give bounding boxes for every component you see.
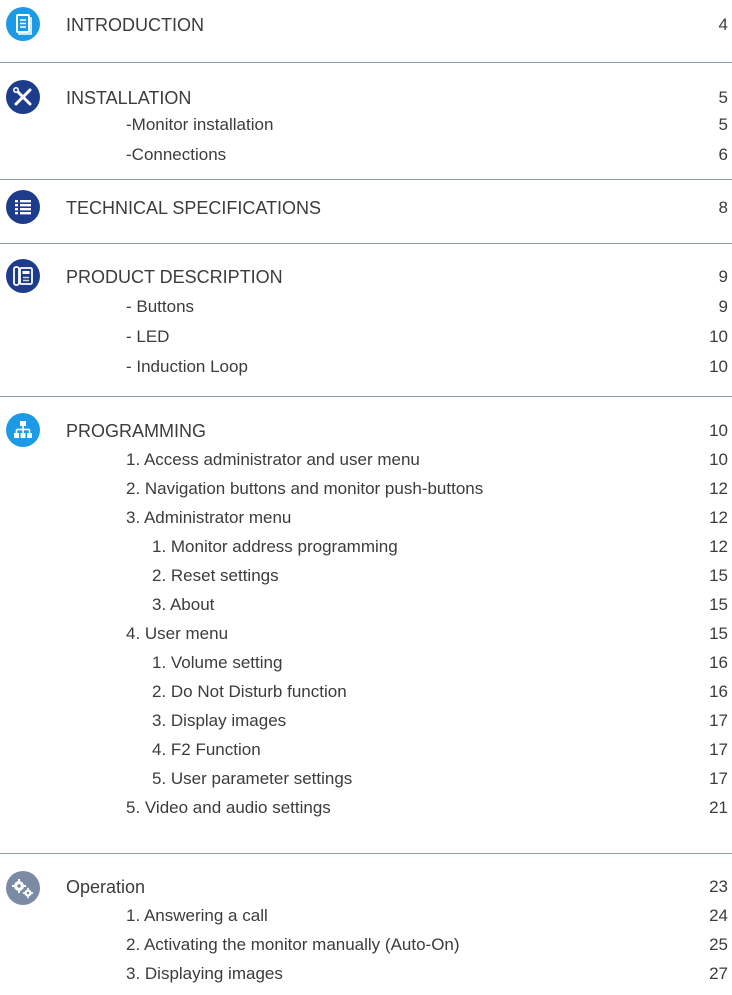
toc-page-number: 12 xyxy=(709,508,728,527)
toc-page-number: 17 xyxy=(709,769,728,788)
toc-entry-row[interactable]: 2. Navigation buttons and monitor push-b… xyxy=(0,476,732,502)
toc-entry-row[interactable]: 4. User menu 15 xyxy=(0,621,732,647)
toc-page-number: 9 xyxy=(718,297,728,316)
section-divider xyxy=(0,243,732,244)
toc-entry-label: 2. Activating the monitor manually (Auto… xyxy=(126,935,460,954)
toc-entry-label: 4. User menu xyxy=(126,624,229,643)
toc-entry-label: - Induction Loop xyxy=(126,357,248,376)
toc-entry-label: -Monitor installation xyxy=(126,115,274,134)
toc-subentry-label: 1. Volume setting xyxy=(152,653,283,672)
toc-entry-row[interactable]: 1. Access administrator and user menu 10 xyxy=(0,447,732,473)
toc-entry-row[interactable]: 1. Answering a call 24 xyxy=(0,903,732,929)
toc-subentry-label: 5. User parameter settings xyxy=(152,769,353,788)
toc-section-title-row[interactable]: PROGRAMMING 10 xyxy=(0,418,732,444)
toc-section-title: Operation xyxy=(66,877,146,897)
toc-page-number: 27 xyxy=(709,964,728,983)
toc-page-number: 15 xyxy=(709,595,728,614)
toc-entry-row[interactable]: - Induction Loop 10 xyxy=(0,354,732,380)
toc-section-title: TECHNICAL SPECIFICATIONS xyxy=(66,198,322,218)
toc-section-title-row[interactable]: PRODUCT DESCRIPTION 9 xyxy=(0,264,732,290)
toc-section-title-row[interactable]: INTRODUCTION 4 xyxy=(0,12,732,38)
toc-entry-row[interactable]: - LED 10 xyxy=(0,324,732,350)
toc-page-number: 5 xyxy=(718,88,728,107)
toc-page-number: 10 xyxy=(709,421,728,440)
toc-entry-label: 2. Navigation buttons and monitor push-b… xyxy=(126,479,484,498)
toc-entry-label: - LED xyxy=(126,327,170,346)
toc-subentry-row[interactable]: 3. About 15 xyxy=(0,592,732,618)
toc-entry-row[interactable]: -Connections 6 xyxy=(0,142,732,168)
toc-subentry-row[interactable]: 1. Monitor address programming 12 xyxy=(0,534,732,560)
toc-page-number: 10 xyxy=(709,450,728,469)
toc-page-number: 15 xyxy=(709,624,728,643)
toc-section-title-row[interactable]: INSTALLATION 5 xyxy=(0,85,732,111)
toc-subentry-row[interactable]: 5. User parameter settings 17 xyxy=(0,766,732,792)
toc-subentry-row[interactable]: 4. F2 Function 17 xyxy=(0,737,732,763)
section-divider xyxy=(0,179,732,180)
toc-page-number: 17 xyxy=(709,711,728,730)
toc-section-title: INSTALLATION xyxy=(66,88,192,108)
toc-entry-label: 3. Displaying images xyxy=(126,964,283,983)
toc-subentry-label: 2. Reset settings xyxy=(152,566,279,585)
toc-page-number: 16 xyxy=(709,653,728,672)
toc-entry-row[interactable]: 5. Video and audio settings 21 xyxy=(0,795,732,821)
section-divider xyxy=(0,396,732,397)
toc-entry-label: - Buttons xyxy=(126,297,195,316)
toc-subentry-row[interactable]: 2. Reset settings 15 xyxy=(0,563,732,589)
toc-section-title: PROGRAMMING xyxy=(66,421,207,441)
toc-page-number: 6 xyxy=(718,145,728,164)
toc-section-title-row[interactable]: Operation 23 xyxy=(0,874,732,900)
toc-subentry-row[interactable]: 3. Display images 17 xyxy=(0,708,732,734)
toc-page-number: 24 xyxy=(709,906,728,925)
toc-subentry-label: 4. F2 Function xyxy=(152,740,261,759)
toc-page-number: 4 xyxy=(718,15,728,34)
toc-entry-row[interactable]: 2. Activating the monitor manually (Auto… xyxy=(0,932,732,958)
toc-page-number: 21 xyxy=(709,798,728,817)
toc-entry-label: -Connections xyxy=(126,145,227,164)
toc-page-number: 16 xyxy=(709,682,728,701)
toc-page-number: 12 xyxy=(709,537,728,556)
toc-subentry-label: 3. Display images xyxy=(152,711,287,730)
toc-page-number: 8 xyxy=(718,198,728,217)
toc-entry-label: 1. Access administrator and user menu xyxy=(126,450,420,469)
toc-subentry-label: 3. About xyxy=(152,595,215,614)
toc-subentry-label: 1. Monitor address programming xyxy=(152,537,398,556)
toc-page-number: 9 xyxy=(718,267,728,286)
toc-page-number: 25 xyxy=(709,935,728,954)
toc-subentry-row[interactable]: 2. Do Not Disturb function 16 xyxy=(0,679,732,705)
toc-subentry-row[interactable]: 1. Volume setting 16 xyxy=(0,650,732,676)
section-divider xyxy=(0,853,732,854)
toc-page-number: 5 xyxy=(718,115,728,134)
toc-page-number: 10 xyxy=(709,357,728,376)
toc-entry-label: 3. Administrator menu xyxy=(126,508,292,527)
toc-subentry-label: 2. Do Not Disturb function xyxy=(152,682,347,701)
toc-entry-label: 1. Answering a call xyxy=(126,906,268,925)
toc-entry-row[interactable]: 3. Administrator menu 12 xyxy=(0,505,732,531)
toc-entry-row[interactable]: 3. Displaying images 27 xyxy=(0,961,732,987)
toc-entry-row[interactable]: - Buttons 9 xyxy=(0,294,732,320)
toc-page-number: 23 xyxy=(709,877,728,896)
toc-entry-row[interactable]: -Monitor installation 5 xyxy=(0,112,732,138)
toc-page-number: 17 xyxy=(709,740,728,759)
toc-entry-label: 5. Video and audio settings xyxy=(126,798,331,817)
toc-section-title: INTRODUCTION xyxy=(66,15,204,35)
toc-page-number: 12 xyxy=(709,479,728,498)
toc-section-title: PRODUCT DESCRIPTION xyxy=(66,267,283,287)
toc-page-number: 15 xyxy=(709,566,728,585)
section-divider xyxy=(0,62,732,63)
toc-section-title-row[interactable]: TECHNICAL SPECIFICATIONS 8 xyxy=(0,195,732,221)
toc-page-number: 10 xyxy=(709,327,728,346)
